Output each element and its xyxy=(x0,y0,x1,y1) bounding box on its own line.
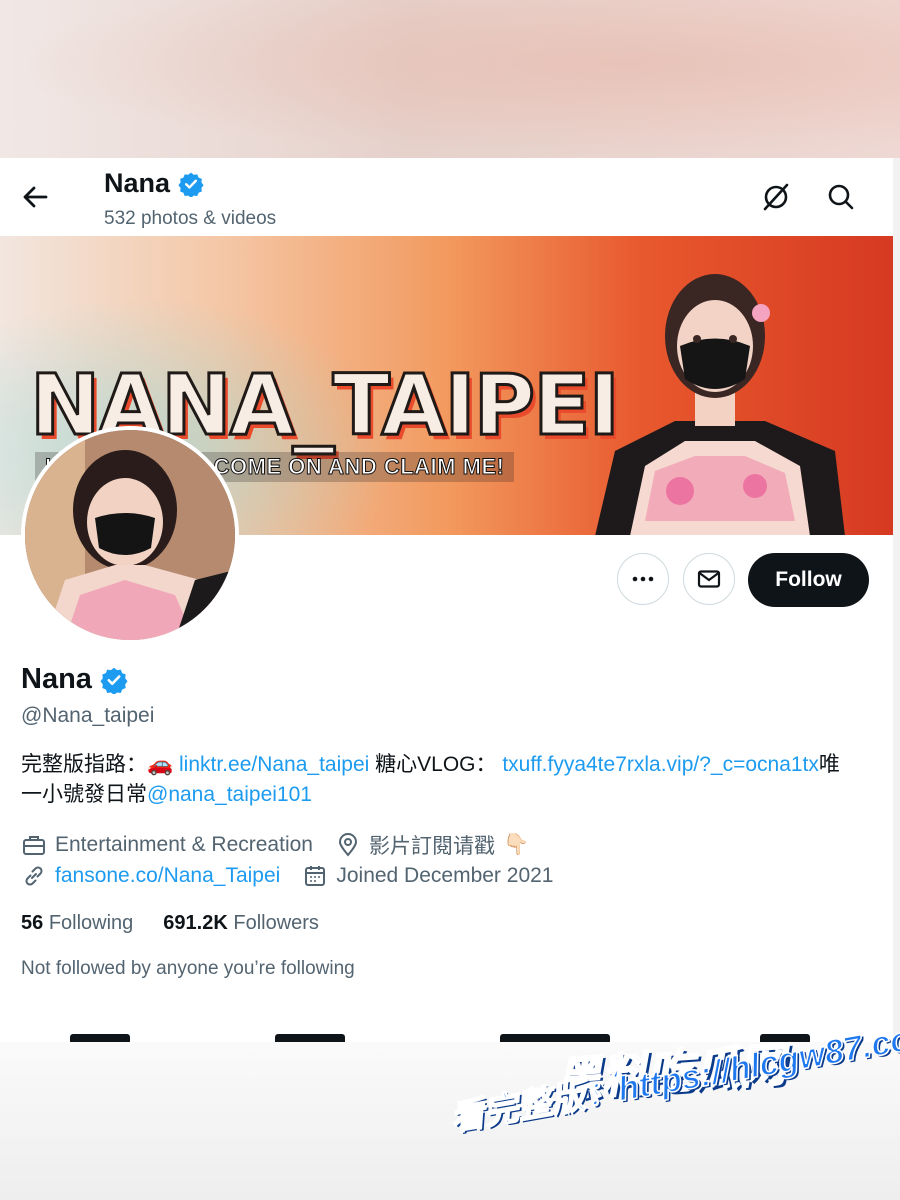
profile-card: Nana 532 photos & videos NANA_TAIPEI I… … xyxy=(0,158,893,1042)
bio-text: 完整版指路： xyxy=(21,753,147,776)
grok-button[interactable] xyxy=(757,178,795,216)
follow-stats: 56 Following 691.2K Followers xyxy=(21,912,319,935)
message-button[interactable] xyxy=(683,553,735,605)
location-pin-icon xyxy=(338,833,357,857)
profile-avatar[interactable] xyxy=(21,426,239,644)
follow-button[interactable]: Follow xyxy=(748,553,869,607)
followers-count: 691.2K xyxy=(163,912,228,934)
not-followed-note: Not followed by anyone you’re following xyxy=(21,958,355,979)
back-arrow-icon xyxy=(23,186,48,208)
location-label: 影片訂閱请戳 xyxy=(368,835,495,858)
envelope-icon xyxy=(697,570,721,588)
bio-mention[interactable]: @nana_taipei101 xyxy=(147,783,312,806)
link-icon xyxy=(25,866,43,886)
followers-stat[interactable]: 691.2K Followers xyxy=(163,912,319,935)
joined-item: Joined December 2021 xyxy=(302,863,553,889)
website-link[interactable]: fansone.co/Nana_Taipei xyxy=(55,864,280,888)
following-stat[interactable]: 56 Following xyxy=(21,912,133,935)
profile-handle: @Nana_taipei xyxy=(21,704,155,727)
category-label: Entertainment & Recreation xyxy=(55,833,313,856)
following-label: Following xyxy=(48,912,134,934)
car-emoji: 🚗 xyxy=(147,753,174,776)
banner-illustration-image xyxy=(595,274,845,535)
header-title: Nana xyxy=(104,168,204,199)
profile-meta-row-1: Entertainment & Recreation 影片訂閱请戳 👇🏻 xyxy=(21,830,551,860)
more-horizontal-icon xyxy=(632,576,654,582)
category-item: Entertainment & Recreation xyxy=(21,832,313,858)
profile-bio: 完整版指路：🚗 linktr.ee/Nana_taipei 糖心VLOG： tx… xyxy=(21,750,841,810)
pointing-down-emoji: 👇🏻 xyxy=(502,833,530,856)
briefcase-icon xyxy=(23,836,45,855)
header-name: Nana xyxy=(104,168,171,198)
grok-icon xyxy=(763,183,789,211)
joined-label: Joined December 2021 xyxy=(336,864,554,887)
bio-text: 糖心VLOG： xyxy=(369,753,497,776)
profile-header-bar: Nana 532 photos & videos xyxy=(0,158,893,236)
header-media-count: 532 photos & videos xyxy=(104,208,277,229)
bio-link-linktree[interactable]: linktr.ee/Nana_taipei xyxy=(179,753,369,776)
website-item[interactable]: fansone.co/Nana_Taipei xyxy=(21,863,280,889)
followers-label: Followers xyxy=(233,912,319,934)
verified-badge-icon xyxy=(178,172,204,197)
avatar-photo-image xyxy=(25,430,235,640)
verified-badge-icon xyxy=(100,667,128,694)
background-blur-top xyxy=(0,0,900,158)
profile-name-row: Nana xyxy=(21,663,128,696)
search-icon xyxy=(828,184,854,210)
profile-name: Nana xyxy=(21,663,92,695)
bio-link-vlog[interactable]: txuff.fyya4te7rxla.vip/?_c=ocna1tx xyxy=(502,753,819,776)
location-item: 影片訂閱请戳 👇🏻 xyxy=(335,830,529,860)
profile-meta-row-2: fansone.co/Nana_Taipei Joined December 2… xyxy=(21,863,575,889)
calendar-icon xyxy=(305,866,326,886)
search-button[interactable] xyxy=(822,178,860,216)
back-button[interactable] xyxy=(18,179,54,215)
more-options-button[interactable] xyxy=(617,553,669,605)
following-count: 56 xyxy=(21,912,44,934)
